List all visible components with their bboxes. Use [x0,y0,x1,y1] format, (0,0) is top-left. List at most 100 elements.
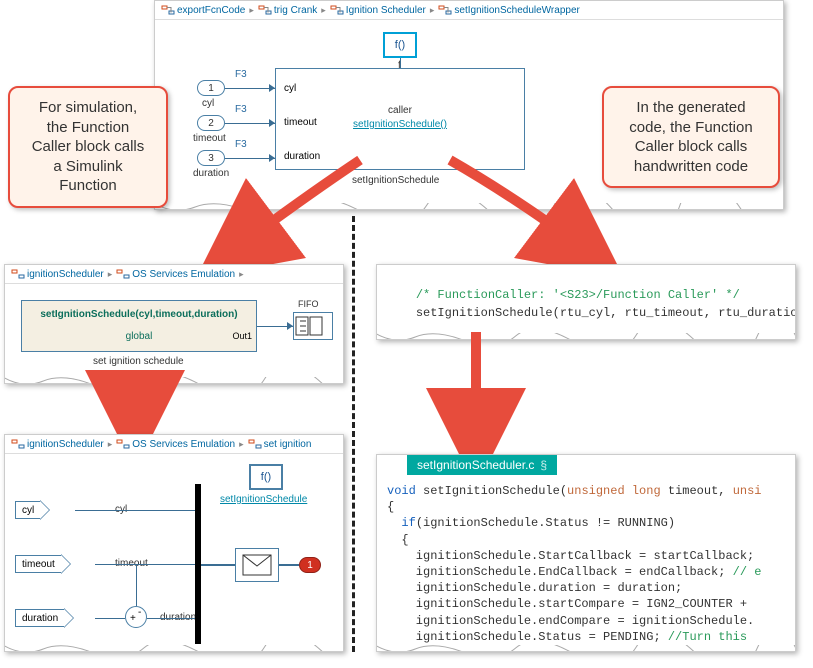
fn-signature: setIgnitionSchedule(cyl,timeout,duration… [22,309,256,320]
fn-link[interactable]: setIgnitionSchedule [220,494,307,505]
wire [225,123,275,124]
model-icon [161,4,175,16]
code-line: ignitionSchedule.Status = PENDING; //Tur… [387,629,762,645]
wire [147,618,195,619]
sum-block[interactable]: +- [125,606,147,628]
code-line: ignitionSchedule.startCompare = IGN2_COU… [387,596,762,612]
code-line: if(ignitionSchedule.Status != RUNNING) [387,515,762,531]
wire [95,618,125,619]
inport-1[interactable]: 1 [197,80,225,96]
crumb[interactable]: OS Services Emulation [132,269,235,280]
arrow-head-icon [287,322,293,330]
inport-3-label: duration [193,168,229,179]
chevron-right-icon: ▸ [249,5,254,16]
torn-edge [376,645,796,652]
breadcrumb[interactable]: exportFcnCode ▸ trig Crank ▸ Ignition Sc… [155,1,783,20]
fifo-block[interactable] [293,312,333,340]
tab-marker: § [540,458,547,472]
chevron-right-icon: ▸ [239,439,244,450]
svg-text:+: + [130,613,136,624]
fifo-label: FIFO [298,299,319,309]
red-arrow [456,330,496,450]
breadcrumb[interactable]: ignitionScheduler ▸ OS Services Emulatio… [5,265,343,284]
inport-2-tag: F3 [235,104,247,115]
wire [225,158,275,159]
argin-timeout[interactable]: timeout [15,554,71,574]
file-name: setIgnitionScheduler.c [417,458,534,472]
crumb[interactable]: OS Services Emulation [132,439,235,450]
wire [136,564,137,606]
caller-port-label: cyl [284,83,296,94]
arrow-head-icon [269,154,275,162]
generated-code-panel: /* FunctionCaller: '<S23>/Function Calle… [376,264,796,340]
file-tab[interactable]: setIgnitionScheduler.c § [407,455,557,475]
inport-2[interactable]: 2 [197,115,225,131]
code-line: ignitionSchedule.StartCallback = startCa… [387,548,762,564]
code-line: setIgnitionSchedule(rtu_cyl, rtu_timeout… [416,306,796,320]
trigger-port-block[interactable]: f() [249,464,283,490]
source-file-panel: setIgnitionScheduler.c § void setIgnition… [376,454,796,652]
argin-cyl[interactable]: cyl [15,500,50,520]
svg-text:-: - [138,607,141,618]
caller-title: caller [276,105,524,116]
code-line: { [387,499,762,515]
simulink-function-block[interactable]: setIgnitionSchedule(cyl,timeout,duration… [21,300,257,352]
inport-3-tag: F3 [235,139,247,150]
chevron-right-icon: ▸ [430,5,435,16]
crumb[interactable]: ignitionScheduler [27,439,104,450]
function-caller-block[interactable]: cyl timeout duration caller setIgnitionS… [275,68,525,170]
caller-block-label: setIgnitionSchedule [352,175,439,186]
fn-block-label: set ignition schedule [93,356,184,367]
arrow-head-icon [269,84,275,92]
fn-label: f() [395,39,405,51]
fn-scope: global [22,331,256,342]
crumb[interactable]: Ignition Scheduler [346,5,426,16]
inport-2-label: timeout [193,133,226,144]
crumb[interactable]: ignitionScheduler [27,269,104,280]
model-icon [248,438,262,450]
chevron-right-icon: ▸ [108,439,113,450]
code-line: ignitionSchedule.EndCallback = endCallba… [387,564,762,580]
inport-1-label: cyl [202,98,214,109]
arrow-head-icon [269,119,275,127]
caller-port-label: duration [284,151,320,162]
simulink-canvas[interactable]: f() setIgnitionSchedule cyl cyl timeout … [5,454,343,648]
message-send-block[interactable] [235,548,279,582]
callout-codegen: In the generated code, the Function Call… [602,86,780,188]
crumb[interactable]: exportFcnCode [177,5,245,16]
crumb[interactable]: set ignition [264,439,312,450]
simulink-canvas[interactable]: setIgnitionSchedule(cyl,timeout,duration… [5,284,343,380]
wire [201,564,235,566]
breadcrumb[interactable]: ignitionScheduler ▸ OS Services Emulatio… [5,435,343,454]
chevron-right-icon: ▸ [321,5,326,16]
inport-1-tag: F3 [235,69,247,80]
model-icon [116,438,130,450]
code-line: ignitionSchedule.duration = duration; [387,580,762,596]
wire [400,58,401,68]
code-body: void setIgnitionSchedule(unsigned long t… [387,483,762,645]
wire [225,88,275,89]
fn-out-label: Out1 [232,331,252,341]
wire [75,510,195,511]
crumb[interactable]: setIgnitionScheduleWrapper [454,5,579,16]
model-icon [116,268,130,280]
argin-duration[interactable]: duration [15,608,74,628]
wire [279,564,299,566]
callout-text: For simulation, the Function Caller bloc… [32,99,145,194]
inport-3[interactable]: 3 [197,150,225,166]
sim-function-panel: ignitionScheduler ▸ OS Services Emulatio… [4,264,344,384]
callout-simulation: For simulation, the Function Caller bloc… [8,86,168,208]
code-line: void setIgnitionSchedule(unsigned long t… [387,483,762,499]
crumb[interactable]: trig Crank [274,5,317,16]
code-line: { [387,532,762,548]
model-icon [258,4,272,16]
outport-block[interactable]: 1 [299,557,321,573]
sim-function-inner-panel: ignitionScheduler ▸ OS Services Emulatio… [4,434,344,652]
model-icon [11,438,25,450]
chevron-right-icon: ▸ [239,269,244,280]
callout-text: In the generated code, the Function Call… [629,99,752,175]
chevron-right-icon: ▸ [108,269,113,280]
caller-fn-link[interactable]: setIgnitionSchedule() [276,119,524,130]
trigger-port-block[interactable]: f() [383,32,417,58]
vertical-divider [352,216,355,652]
